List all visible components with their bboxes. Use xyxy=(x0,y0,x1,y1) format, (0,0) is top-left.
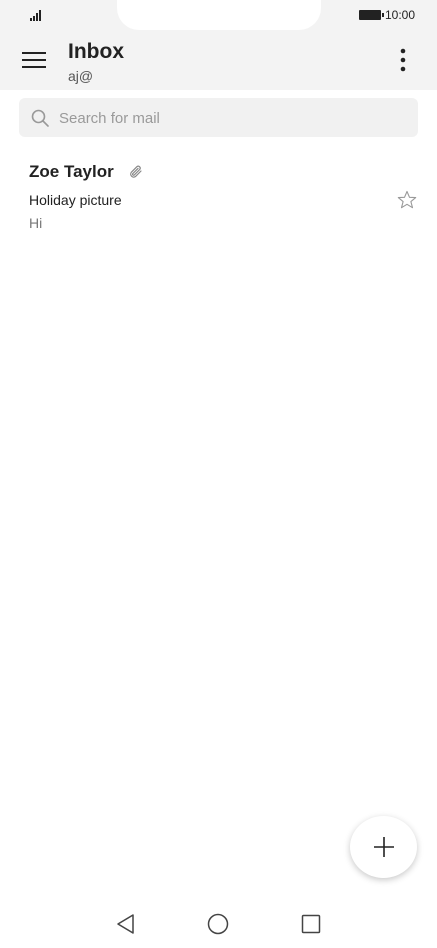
back-triangle-icon[interactable] xyxy=(114,912,138,936)
page-title: Inbox xyxy=(68,40,124,63)
mail-list-item[interactable]: Zoe Taylor Holiday picture Hi xyxy=(0,150,437,240)
attachment-icon xyxy=(130,165,142,178)
search-icon xyxy=(31,109,49,127)
mail-sender: Zoe Taylor xyxy=(29,162,114,181)
battery-icon xyxy=(358,10,384,20)
more-vert-icon[interactable] xyxy=(395,46,411,74)
home-circle-icon[interactable] xyxy=(206,912,230,936)
account-label: aj@ xyxy=(68,68,94,84)
signal-icon xyxy=(30,10,41,21)
compose-button[interactable] xyxy=(350,816,417,878)
mail-preview: Hi xyxy=(29,215,43,231)
status-right: 10:00 xyxy=(358,8,415,22)
search-input[interactable] xyxy=(57,98,411,139)
app-header: Inbox aj@ xyxy=(0,32,437,90)
star-icon[interactable] xyxy=(397,190,417,210)
search-bar[interactable] xyxy=(19,98,418,139)
notch xyxy=(117,0,321,30)
mail-subject: Holiday picture xyxy=(29,192,122,208)
status-bar: 10:00 xyxy=(0,0,437,32)
plus-icon xyxy=(374,837,394,857)
recents-square-icon[interactable] xyxy=(299,912,323,936)
menu-icon[interactable] xyxy=(22,49,46,71)
clock: 10:00 xyxy=(384,8,415,22)
system-nav-bar xyxy=(0,900,437,948)
